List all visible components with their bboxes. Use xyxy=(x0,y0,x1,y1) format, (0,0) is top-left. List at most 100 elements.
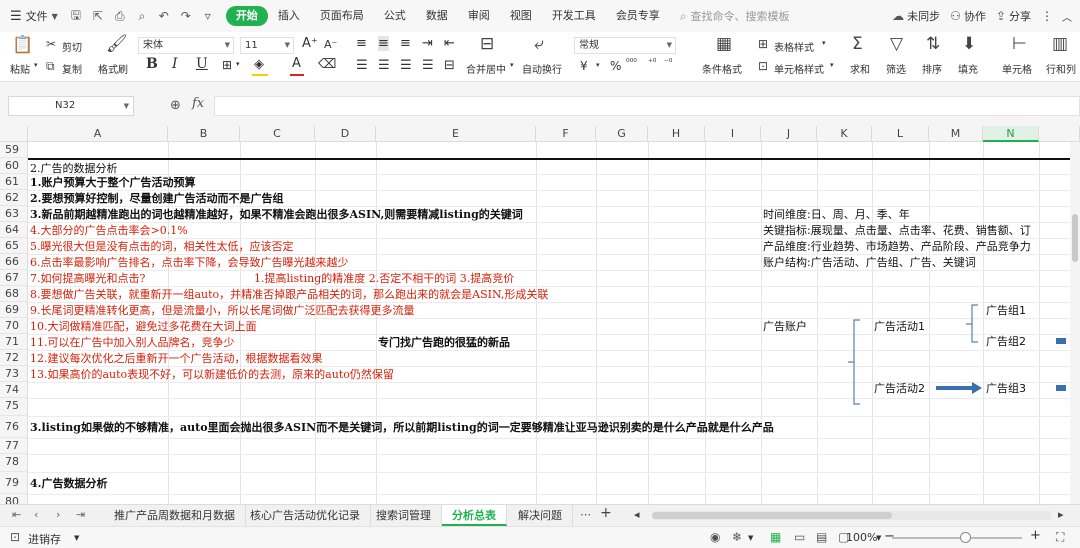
copy-icon[interactable]: ⧉ xyxy=(46,59,55,74)
cell-j62[interactable]: 时间维度:日、周、月、季、年 xyxy=(763,207,910,222)
merge-icon[interactable]: ⊟ xyxy=(480,34,494,54)
file-menu[interactable]: 文件 ▼ xyxy=(26,8,58,24)
tab-home[interactable]: 开始 xyxy=(225,6,268,26)
tab-page-layout[interactable]: 页面布局 xyxy=(310,6,374,26)
align-center-icon[interactable]: ☰ xyxy=(378,58,390,73)
font-size-select[interactable]: 11 ▼ xyxy=(240,37,294,54)
row-header[interactable]: 72 xyxy=(0,350,28,366)
font-family-select[interactable]: 宋体 ▼ xyxy=(138,37,234,54)
cell-a72[interactable]: 13.如果高价的auto表现不好，可以新建低价的去测，原来的auto仍然保留 xyxy=(30,367,394,382)
border-icon[interactable]: ⊞ xyxy=(222,58,232,72)
zoom-icon[interactable]: ⊕ xyxy=(170,98,181,113)
cell-n73[interactable]: 广告组3 xyxy=(986,381,1026,396)
save-icon[interactable]: 🖫 xyxy=(68,8,84,24)
next-sheet-icon[interactable]: › xyxy=(56,508,60,521)
currency-icon[interactable]: ¥ xyxy=(580,59,588,73)
cell-a68[interactable]: 9.长尾词更精准转化更高，但是流量小，所以长尾词做广泛匹配去获得更多流量 xyxy=(30,303,415,318)
last-sheet-icon[interactable]: ⇥ xyxy=(76,508,85,521)
format-painter-button[interactable]: 格式刷 xyxy=(98,61,128,76)
column-header-b[interactable]: B xyxy=(168,126,240,142)
sheet-tab-solutions[interactable]: 解决问题 xyxy=(508,505,573,526)
row-header[interactable]: 75 xyxy=(0,398,28,416)
column-header-c[interactable]: C xyxy=(240,126,315,142)
command-search[interactable]: ⌕ 查找命令、搜索模板 xyxy=(680,8,790,24)
format-painter-icon[interactable]: 🖌 xyxy=(106,34,128,54)
chevron-down-icon[interactable]: ▾ xyxy=(830,61,834,69)
sheet-tab-search-terms[interactable]: 搜索词管理 xyxy=(366,505,442,526)
cell-a76[interactable]: 3.listing如果做的不够精准，auto里面会抛出很多ASIN而不是关键词，… xyxy=(30,420,774,435)
rowcol-button[interactable]: 行和列 xyxy=(1046,61,1076,76)
cell-l69[interactable]: 广告活动1 xyxy=(874,319,925,334)
align-right-icon[interactable]: ☰ xyxy=(400,58,412,73)
prev-sheet-icon[interactable]: ‹ xyxy=(34,508,38,521)
decrease-font-icon[interactable]: A⁻ xyxy=(324,38,337,51)
tab-formulas[interactable]: 公式 xyxy=(374,6,416,26)
chevron-down-icon[interactable]: ▾ xyxy=(510,61,514,69)
fill-icon[interactable]: ⬇ xyxy=(962,34,976,54)
column-header-f[interactable]: F xyxy=(536,126,596,142)
wrap-icon[interactable]: ⤶ xyxy=(534,34,544,54)
chevron-down-icon[interactable]: ▾ xyxy=(236,60,240,68)
cell-a70[interactable]: 11.可以在广告中加入别人品牌名，竞争少 xyxy=(30,335,235,350)
italic-icon[interactable]: I xyxy=(172,56,178,72)
row-header[interactable]: 78 xyxy=(0,454,28,472)
column-header-a[interactable]: A xyxy=(28,126,168,142)
cell-a61[interactable]: 2.要想预算好控制，尽量创建广告活动而不是广告组 xyxy=(30,191,283,206)
function-icon[interactable]: fx xyxy=(192,96,204,111)
column-header-m[interactable]: M xyxy=(929,126,983,142)
collab-button[interactable]: ⚇ 协作 xyxy=(950,8,986,24)
preview-icon[interactable]: ⌕ xyxy=(134,8,150,24)
row-header[interactable]: 70 xyxy=(0,318,28,334)
row-header[interactable]: 65 xyxy=(0,238,28,254)
row-header[interactable]: 80 xyxy=(0,494,28,504)
column-header-d[interactable]: D xyxy=(315,126,376,142)
chevron-down-icon[interactable]: ▾ xyxy=(596,61,600,69)
more-down-icon[interactable]: ▿ xyxy=(200,8,216,24)
formula-input[interactable] xyxy=(214,96,1080,116)
row-header[interactable]: 60 xyxy=(0,158,28,174)
underline-icon[interactable]: U xyxy=(196,56,208,72)
cell-n68[interactable]: 广告组1 xyxy=(986,303,1026,318)
tab-review[interactable]: 审阅 xyxy=(458,6,500,26)
clear-format-icon[interactable]: ⌫ xyxy=(318,57,336,72)
paste-icon[interactable]: 📋 xyxy=(12,35,33,55)
increase-decimal-icon[interactable]: ⁺⁰ xyxy=(648,58,656,68)
align-bottom-icon[interactable]: ≡ xyxy=(400,36,411,51)
cell-e70[interactable]: 专门找广告跑的很猛的新品 xyxy=(378,335,510,350)
font-color-icon[interactable]: A xyxy=(292,56,301,71)
cell-j63[interactable]: 关键指标:展现量、点击量、点击率、花费、销售额、订 xyxy=(763,223,1031,238)
collapse-ribbon-icon[interactable]: ︿ xyxy=(1062,9,1072,24)
column-header-k[interactable]: K xyxy=(817,126,872,142)
cell-c66[interactable]: 1.提高listing的精准度 2.否定不相干的词 3.提高竞价 xyxy=(254,271,514,286)
row-header[interactable]: 69 xyxy=(0,302,28,318)
tab-member[interactable]: 会员专享 xyxy=(606,6,670,26)
column-header-j[interactable]: J xyxy=(761,126,817,142)
row-header[interactable]: 64 xyxy=(0,222,28,238)
cell-j65[interactable]: 账户结构:广告活动、广告组、广告、关键词 xyxy=(763,255,976,270)
redo-icon[interactable]: ↷ xyxy=(178,8,194,24)
undo-icon[interactable]: ↶ xyxy=(156,8,172,24)
row-header[interactable]: 71 xyxy=(0,334,28,350)
first-sheet-icon[interactable]: ⇤ xyxy=(12,508,21,521)
sheet-tab-analysis[interactable]: 分析总表 xyxy=(442,505,507,526)
row-header[interactable]: 77 xyxy=(0,438,28,454)
chevron-down-icon[interactable]: ▼ xyxy=(748,534,753,542)
wrap-text-button[interactable]: 自动换行 xyxy=(522,61,562,76)
row-header[interactable]: 62 xyxy=(0,190,28,206)
conditional-format-icon[interactable]: ▦ xyxy=(716,34,732,54)
sort-button[interactable]: 排序 xyxy=(922,61,942,76)
column-header-l[interactable]: L xyxy=(872,126,929,142)
align-middle-icon[interactable]: ≡ xyxy=(378,36,389,51)
zoom-slider-track[interactable] xyxy=(892,537,1022,539)
cell-a60[interactable]: 1.账户预算大于整个广告活动预算 xyxy=(30,175,195,190)
tab-view[interactable]: 视图 xyxy=(500,6,542,26)
paste-button[interactable]: 粘贴 xyxy=(10,61,30,76)
scroll-left-icon[interactable]: ◂ xyxy=(634,508,640,521)
copy-button[interactable]: 复制 xyxy=(62,61,82,76)
chevron-down-icon[interactable]: ▼ xyxy=(876,534,881,542)
cell-a63[interactable]: 4.大部分的广告点击率会>0.1% xyxy=(30,223,188,238)
print-icon[interactable]: ⎙ xyxy=(112,8,128,24)
chevron-down-icon[interactable]: ▼ xyxy=(74,534,79,542)
justify-icon[interactable]: ☰ xyxy=(422,58,434,73)
cell-a62[interactable]: 3.新品前期越精准跑出的词也越精准越好，如果不精准会跑出很多ASIN,则需要精减… xyxy=(30,207,523,222)
